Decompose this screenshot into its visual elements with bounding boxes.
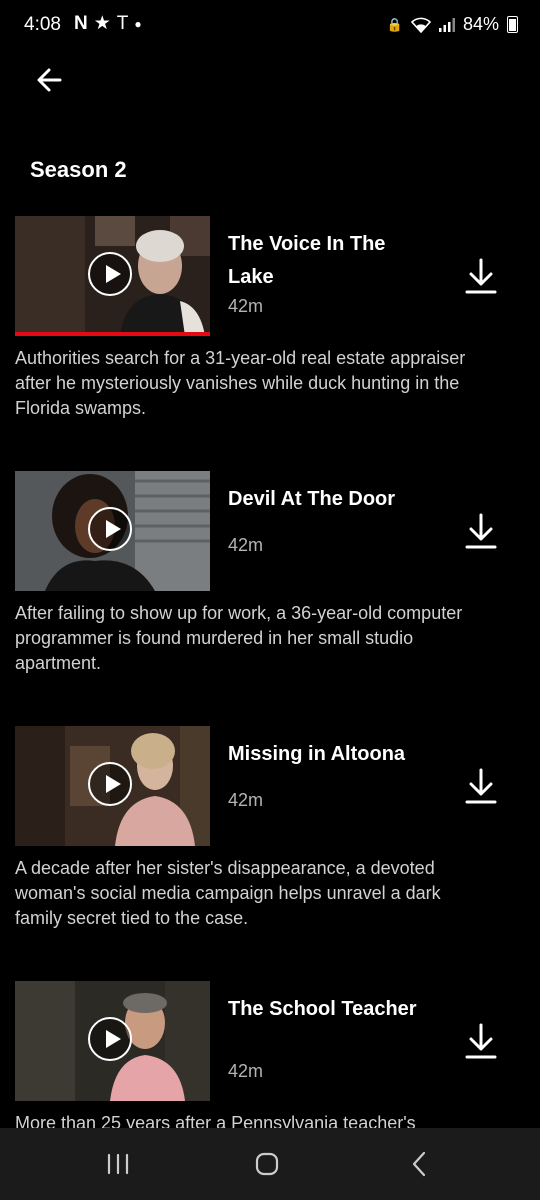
episode-item: The Voice In The Lake 42m Authorities se… (15, 216, 525, 456)
episode-title: Missing in Altoona (228, 743, 406, 765)
wifi-icon (410, 17, 431, 33)
episode-description: A decade after her sister's disappearanc… (15, 858, 441, 928)
notification-icons: N ★ T ● (74, 12, 142, 35)
signal-icon (438, 17, 455, 32)
lock-icon: 🔒 (386, 16, 403, 32)
episode-duration: 42m (228, 790, 264, 810)
status-bar: 4:08 N ★ T ● 🔒 84% (0, 0, 540, 50)
play-icon[interactable] (88, 252, 132, 296)
episode-thumbnail[interactable] (15, 216, 210, 336)
download-icon[interactable] (463, 256, 499, 296)
back-arrow-icon[interactable] (30, 60, 70, 100)
episode-duration: 42m (228, 1061, 264, 1081)
play-icon[interactable] (88, 762, 132, 806)
home-icon[interactable] (237, 1142, 297, 1186)
more-notifications-dot-icon: ● (134, 16, 142, 31)
season-title: Season 2 (30, 157, 127, 182)
watch-progress-bar (15, 332, 210, 336)
episode-thumbnail[interactable] (15, 471, 210, 591)
episode-item: Devil At The Door 42m After failing to s… (15, 471, 525, 711)
nav-back-icon[interactable] (390, 1142, 450, 1186)
battery-icon (507, 16, 518, 33)
episode-thumbnail[interactable] (15, 981, 210, 1101)
download-icon[interactable] (463, 1021, 499, 1061)
recent-apps-icon[interactable] (88, 1142, 148, 1186)
status-time: 4:08 (24, 14, 61, 35)
star-notification-icon: ★ (93, 13, 111, 34)
tesla-notification-icon: T (116, 12, 129, 34)
episode-item: Missing in Altoona 42m A decade after he… (15, 726, 525, 966)
episode-thumbnail[interactable] (15, 726, 210, 846)
battery-level: 84% (462, 14, 499, 34)
episode-duration: 42m (228, 296, 264, 316)
netflix-notification-icon: N (74, 12, 88, 34)
episode-duration: 42m (228, 535, 264, 555)
download-icon[interactable] (463, 511, 499, 551)
system-nav-bar (0, 1128, 540, 1200)
download-icon[interactable] (463, 766, 499, 806)
play-icon[interactable] (88, 1017, 132, 1061)
episode-description: Authorities search for a 31-year-old rea… (15, 348, 466, 418)
episode-description: More than 25 years after a Pennsylvania … (15, 1113, 416, 1128)
episode-title: The School Teacher (228, 998, 417, 1020)
episode-title: Devil At The Door (228, 488, 396, 510)
play-icon[interactable] (88, 507, 132, 551)
system-status: 🔒 84% (387, 14, 518, 35)
episode-description: After failing to show up for work, a 36-… (15, 603, 463, 673)
episode-item: The School Teacher 42m More than 25 year… (15, 981, 525, 1128)
episode-title: The Voice In The Lake (228, 233, 386, 288)
